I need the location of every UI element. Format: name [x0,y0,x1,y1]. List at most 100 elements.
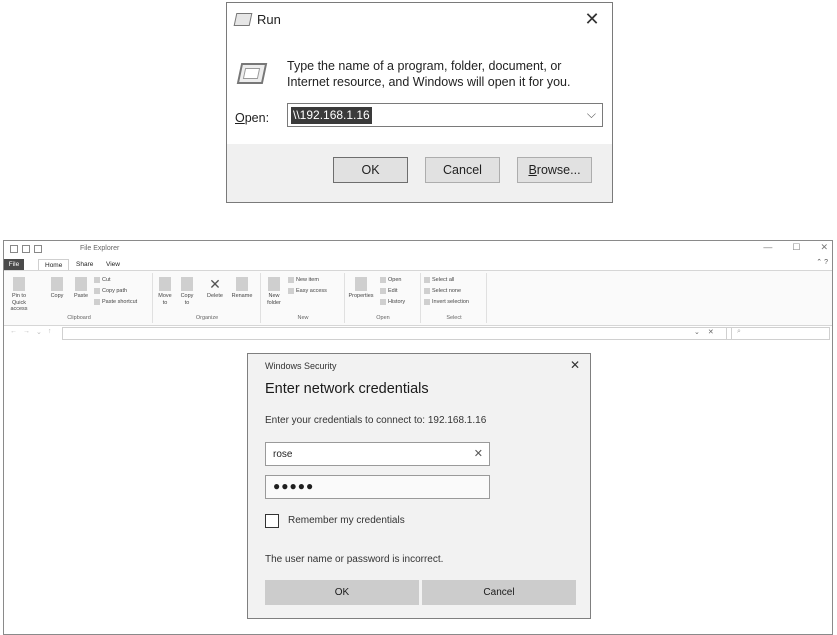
password-field[interactable]: ●●●●● [265,475,490,499]
properties-icon [355,277,367,291]
copy-path-icon [94,288,100,294]
clear-address-icon[interactable]: ✕ [708,328,714,336]
open-icon [380,277,386,283]
paste-icon [75,277,87,291]
properties-icon[interactable] [22,245,30,253]
address-bar[interactable] [62,327,732,340]
clipboard-group: Pin to Quick access Copy Paste Cut Copy … [6,273,153,323]
security-prompt: Enter your credentials to connect to: 19… [265,415,487,426]
move-to-button[interactable]: Move to [156,277,174,306]
ok-button[interactable]: OK [265,580,419,605]
select-all-icon [424,277,430,283]
select-group: Select all Select none Invert selection … [422,273,487,323]
invert-selection-button[interactable]: Invert selection [424,299,469,305]
chevron-down-icon[interactable]: ⌄ [694,328,700,336]
run-title: Run [257,12,281,27]
invert-selection-icon [424,299,430,305]
remember-credentials-label[interactable]: Remember my credentials [288,515,405,526]
open-button[interactable]: Open [380,277,401,283]
rename-button[interactable]: Rename [230,277,254,300]
new-folder-icon [268,277,280,291]
paste-shortcut-icon [94,299,100,305]
quick-access-toolbar [10,245,42,253]
organize-group: Move to Copy to ✕ Delete Rename Organize [154,273,261,323]
easy-access-button[interactable]: Easy access [288,288,327,294]
rename-icon [236,277,248,291]
open-combobox[interactable]: \\192.168.1.16 ⌵ [287,103,603,127]
recent-chevron-icon[interactable]: ⌄ [36,328,42,336]
remember-credentials-checkbox[interactable] [265,514,279,528]
copy-to-button[interactable]: Copy to [178,277,196,306]
cut-icon [94,277,100,283]
windows-security-dialog: Windows Security ✕ Enter network credent… [247,353,591,619]
password-value[interactable]: ●●●●● [273,479,314,493]
new-folder-icon[interactable] [34,245,42,253]
up-arrow-icon[interactable]: ↑ [48,328,52,336]
clear-icon[interactable]: ✕ [474,447,483,460]
close-icon[interactable]: ✕ [570,358,580,372]
copy-button[interactable]: Copy [48,277,66,300]
window-icon [10,245,18,253]
close-icon[interactable]: ✕ [820,242,828,253]
copy-icon [51,277,63,291]
search-icon: ⌕ [737,328,741,335]
run-program-icon [236,63,268,84]
tab-share[interactable]: Share [70,259,99,270]
cancel-button[interactable]: Cancel [422,580,576,605]
ok-button[interactable]: OK [333,157,408,183]
cancel-button[interactable]: Cancel [425,157,500,183]
properties-button[interactable]: Properties [346,277,376,300]
explorer-title-bar: File Explorer — ☐ ✕ [4,241,832,258]
new-item-button[interactable]: New item [288,277,319,283]
ribbon-tabs: File Home Share View ⌃ ? [4,258,832,271]
select-none-button[interactable]: Select none [424,288,461,294]
new-group: New folder New item Easy access New [262,273,345,323]
select-all-button[interactable]: Select all [424,277,454,283]
edit-button[interactable]: Edit [380,288,397,294]
run-title-bar: Run [233,12,281,27]
delete-button[interactable]: ✕ Delete [204,277,226,300]
delete-icon: ✕ [209,276,221,292]
ribbon: Pin to Quick access Copy Paste Cut Copy … [4,270,832,326]
move-to-icon [159,277,171,291]
new-group-label: New [297,315,309,321]
address-controls: ⌄ ✕ [694,328,714,336]
new-folder-button[interactable]: New folder [264,277,284,306]
clipboard-group-label: Clipboard [67,315,91,321]
tab-view[interactable]: View [100,259,126,270]
help-icon[interactable]: ⌃ ? [816,258,828,266]
back-arrow-icon[interactable]: ← [10,328,17,336]
security-heading: Enter network credentials [265,381,429,397]
security-caption: Windows Security [265,361,337,371]
open-group: Properties Open Edit History Open [346,273,421,323]
history-icon [380,299,386,305]
explorer-title: File Explorer [80,245,120,252]
open-label: Open: [235,111,270,125]
copy-to-icon [181,277,193,291]
close-icon[interactable]: ✕ [582,9,602,30]
run-icon [233,13,253,26]
organize-group-label: Organize [195,315,219,321]
easy-access-icon [288,288,294,294]
paste-button[interactable]: Paste [70,277,92,300]
minimize-icon[interactable]: — [763,242,772,253]
error-message: The user name or password is incorrect. [265,554,444,565]
username-field[interactable]: rose ✕ [265,442,490,466]
pin-icon [13,277,25,291]
history-button[interactable]: History [380,299,405,305]
tab-file[interactable]: File [4,259,24,270]
forward-arrow-icon[interactable]: → [23,328,30,336]
browse-button[interactable]: Browse... [517,157,592,183]
open-group-label: Open [376,315,390,321]
paste-shortcut-button[interactable]: Paste shortcut [94,299,137,305]
pin-to-quick-access-button[interactable]: Pin to Quick access [6,277,32,313]
search-box[interactable]: ⌕ [726,327,830,340]
nav-buttons: ← → ⌄ ↑ [10,328,51,336]
username-value[interactable]: rose [273,449,292,460]
chevron-down-icon[interactable]: ⌵ [587,107,596,122]
maximize-icon[interactable]: ☐ [792,242,800,253]
cut-button[interactable]: Cut [94,277,111,283]
open-input-value[interactable]: \\192.168.1.16 [291,107,372,124]
copy-path-button[interactable]: Copy path [94,288,127,294]
run-dialog: Run ✕ Type the name of a program, folder… [226,2,613,203]
